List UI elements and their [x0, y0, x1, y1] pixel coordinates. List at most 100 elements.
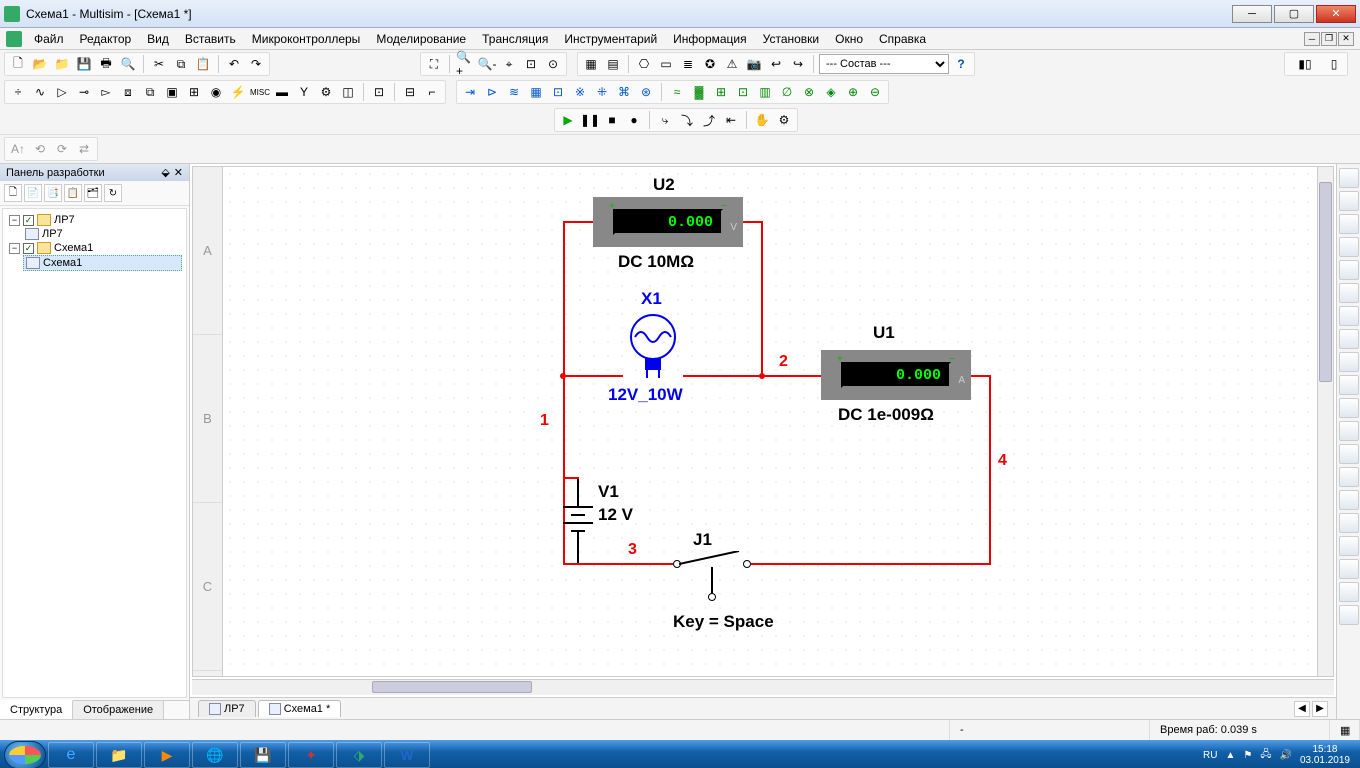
collapse-icon[interactable]: − — [9, 215, 20, 226]
ammeter-u1[interactable]: + − 0.000 A — [821, 350, 971, 400]
probe-7-button[interactable]: ⌘ — [614, 82, 634, 102]
bode-plotter-button[interactable] — [1339, 283, 1359, 303]
tray-volume-icon[interactable]: 🔊 — [1279, 750, 1291, 761]
wire[interactable] — [761, 221, 763, 377]
panel-tab-display[interactable]: Отображение — [73, 701, 164, 719]
maximize-button[interactable]: ▢ — [1274, 5, 1314, 23]
mdi-close[interactable]: ✕ — [1338, 32, 1354, 46]
rotate-right-button[interactable]: ⟳ — [52, 139, 72, 159]
sim-step-into-button[interactable]: ⤷ — [655, 110, 675, 130]
probe-ref-button[interactable]: ⊡ — [548, 82, 568, 102]
font-increase-button[interactable]: A↑ — [8, 139, 28, 159]
panel-close-icon[interactable]: ✕ — [174, 166, 183, 179]
wire[interactable] — [743, 221, 763, 223]
iv-analyzer-button[interactable] — [1339, 398, 1359, 418]
paste-button[interactable]: 📋 — [193, 54, 213, 74]
panel-tb-2[interactable]: 📄 — [24, 184, 42, 202]
wire[interactable] — [989, 375, 991, 565]
wire-black[interactable] — [577, 477, 579, 497]
help-button[interactable]: ? — [951, 54, 971, 74]
network-button[interactable] — [1339, 467, 1359, 487]
menu-insert[interactable]: Вставить — [177, 30, 244, 48]
probe-v-button[interactable]: ⇥ — [460, 82, 480, 102]
multimeter-button[interactable] — [1339, 168, 1359, 188]
current-probe-button[interactable] — [1339, 605, 1359, 625]
place-basic-button[interactable]: ∿ — [30, 82, 50, 102]
sim-stop-button[interactable]: ■ — [602, 110, 622, 130]
tray-date[interactable]: 03.01.2019 — [1300, 755, 1350, 766]
place-advanced-button[interactable]: ▬ — [272, 82, 292, 102]
breadboard-button[interactable]: ▭ — [656, 54, 676, 74]
erc-button[interactable]: ⚠ — [722, 54, 742, 74]
zoom-in-button[interactable]: 🔍+ — [455, 54, 475, 74]
sim-run-button[interactable]: ▶ — [558, 110, 578, 130]
function-gen-button[interactable] — [1339, 191, 1359, 211]
doc-tab-lr7[interactable]: ЛР7 — [198, 700, 256, 717]
panel-tb-3[interactable]: 📑 — [44, 184, 62, 202]
vertical-scrollbar[interactable] — [1317, 167, 1333, 676]
menu-help[interactable]: Справка — [871, 30, 934, 48]
status-grid-icon[interactable]: ▦ — [1340, 724, 1350, 737]
tab-next-button[interactable]: ▶ — [1312, 701, 1328, 717]
wire[interactable] — [751, 563, 991, 565]
taskbar-word[interactable]: W — [384, 742, 430, 768]
taskbar-app1[interactable]: ✦ — [288, 742, 334, 768]
place-diode-button[interactable]: ▷ — [52, 82, 72, 102]
probe-diff-button[interactable]: ≋ — [504, 82, 524, 102]
meas-2-button[interactable]: ▓ — [689, 82, 709, 102]
meas-4-button[interactable]: ⊡ — [733, 82, 753, 102]
meas-7-button[interactable]: ⊗ — [799, 82, 819, 102]
oscilloscope-button[interactable] — [1339, 237, 1359, 257]
hierarchy-button[interactable]: ⊟ — [400, 82, 420, 102]
meas-10-button[interactable]: ⊖ — [865, 82, 885, 102]
labview-button[interactable] — [1339, 582, 1359, 602]
sim-step-over-button[interactable]: ⤵ — [677, 110, 697, 130]
menu-tools[interactable]: Инструментарий — [556, 30, 665, 48]
design-tree[interactable]: − ✓ ЛР7 ЛР7 − ✓ Схема1 Схема1 — [2, 208, 187, 698]
cut-button[interactable]: ✂ — [149, 54, 169, 74]
place-indicator-button[interactable]: ◉ — [206, 82, 226, 102]
start-button[interactable] — [4, 741, 46, 768]
probe-6-button[interactable]: ⁜ — [592, 82, 612, 102]
sim-record-button[interactable]: ● — [624, 110, 644, 130]
doc-tab-schema1[interactable]: Схема1 * — [258, 700, 342, 717]
word-gen-button[interactable] — [1339, 329, 1359, 349]
wire[interactable] — [563, 563, 673, 565]
zoom-fit-button[interactable]: ⊡ — [521, 54, 541, 74]
pause-switch[interactable]: ▯ — [1324, 54, 1344, 74]
close-button[interactable]: ✕ — [1316, 5, 1356, 23]
probe-8-button[interactable]: ⊛ — [636, 82, 656, 102]
tray-lang[interactable]: RU — [1203, 750, 1217, 761]
grapher-button[interactable]: ▤ — [603, 54, 623, 74]
place-ni-button[interactable]: ◫ — [338, 82, 358, 102]
menu-file[interactable]: Файл — [26, 30, 72, 48]
taskbar-explorer[interactable]: 📁 — [96, 742, 142, 768]
redo-button[interactable]: ↷ — [246, 54, 266, 74]
sim-step-out-button[interactable]: ⤴ — [699, 110, 719, 130]
menu-mcu[interactable]: Микроконтроллеры — [244, 30, 369, 48]
print-preview-button[interactable]: 🔍 — [118, 54, 138, 74]
back-annotate-button[interactable]: ↩ — [766, 54, 786, 74]
spreadsheet-button[interactable]: ▦ — [581, 54, 601, 74]
sim-breakpoint-button[interactable]: ✋ — [752, 110, 772, 130]
menu-options[interactable]: Установки — [755, 30, 827, 48]
schematic-canvas[interactable]: U2 + − 0.000 V DC 10MΩ X1 — [223, 167, 1317, 676]
taskbar-chrome[interactable]: 🌐 — [192, 742, 238, 768]
place-transistor-button[interactable]: ⊸ — [74, 82, 94, 102]
sim-settings-button[interactable]: ⚙ — [774, 110, 794, 130]
tek-scope-button[interactable] — [1339, 559, 1359, 579]
database-button[interactable]: ≣ — [678, 54, 698, 74]
checkbox-icon[interactable]: ✓ — [23, 215, 34, 226]
zoom-area-button[interactable]: ⌖ — [499, 54, 519, 74]
place-electromech-button[interactable]: ⚙ — [316, 82, 336, 102]
wire[interactable] — [563, 563, 579, 565]
meas-9-button[interactable]: ⊕ — [843, 82, 863, 102]
tray-up-icon[interactable]: ▲ — [1225, 750, 1235, 761]
minimize-button[interactable]: ─ — [1232, 5, 1272, 23]
capture-button[interactable]: 📷 — [744, 54, 764, 74]
copy-button[interactable]: ⧉ — [171, 54, 191, 74]
menu-edit[interactable]: Редактор — [72, 30, 140, 48]
postproc-button[interactable]: ⎔ — [634, 54, 654, 74]
place-power-button[interactable]: ⚡ — [228, 82, 248, 102]
save-button[interactable]: 💾 — [74, 54, 94, 74]
